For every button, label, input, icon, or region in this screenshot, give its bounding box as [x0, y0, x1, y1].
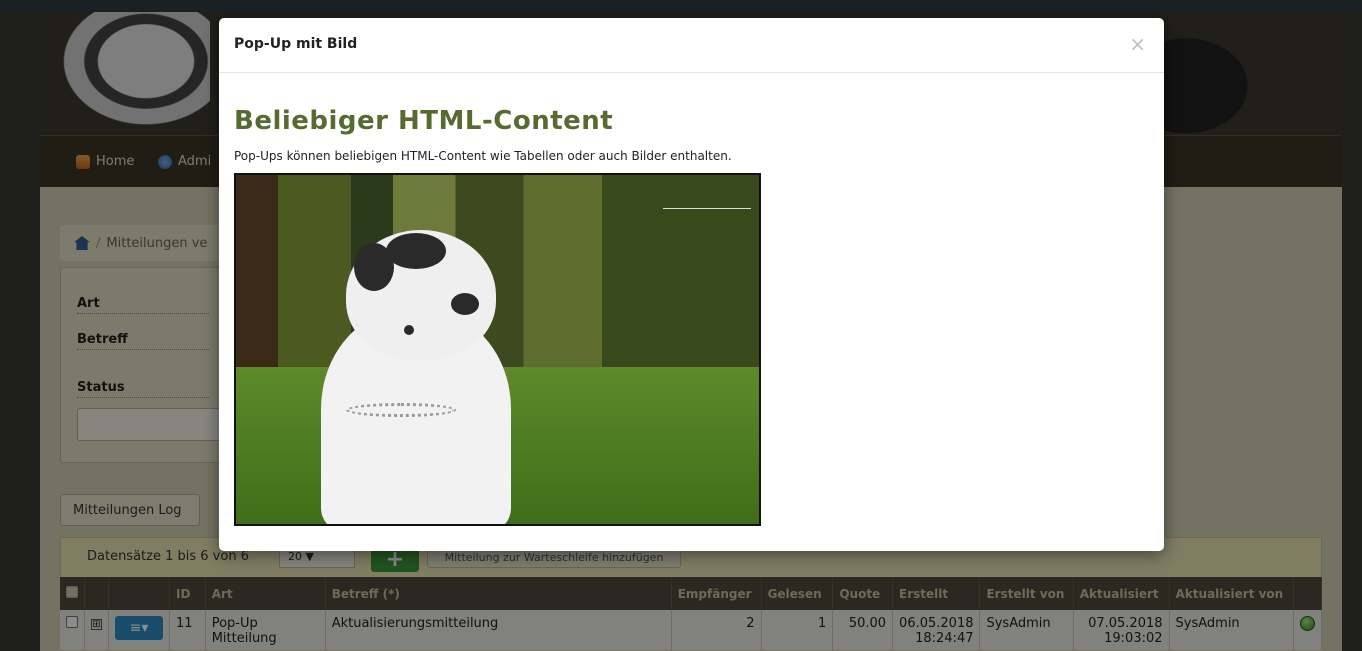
popup-modal: Pop-Up mit Bild × Beliebiger HTML-Conten…	[219, 18, 1164, 551]
close-icon[interactable]: ×	[1129, 32, 1146, 56]
modal-heading: Beliebiger HTML-Content	[234, 106, 614, 136]
photo-dog-nose	[451, 293, 479, 315]
photo-dog-collar	[346, 403, 456, 417]
modal-title: Pop-Up mit Bild	[234, 36, 358, 52]
modal-header: Pop-Up mit Bild ×	[219, 18, 1164, 73]
photo-signature-watermark	[663, 185, 751, 209]
photo-dog-head-spot	[386, 233, 446, 269]
photo-dog-spot-small	[404, 325, 414, 335]
modal-description: Pop-Ups können beliebigen HTML-Content w…	[234, 149, 732, 163]
dog-photo	[234, 173, 761, 526]
